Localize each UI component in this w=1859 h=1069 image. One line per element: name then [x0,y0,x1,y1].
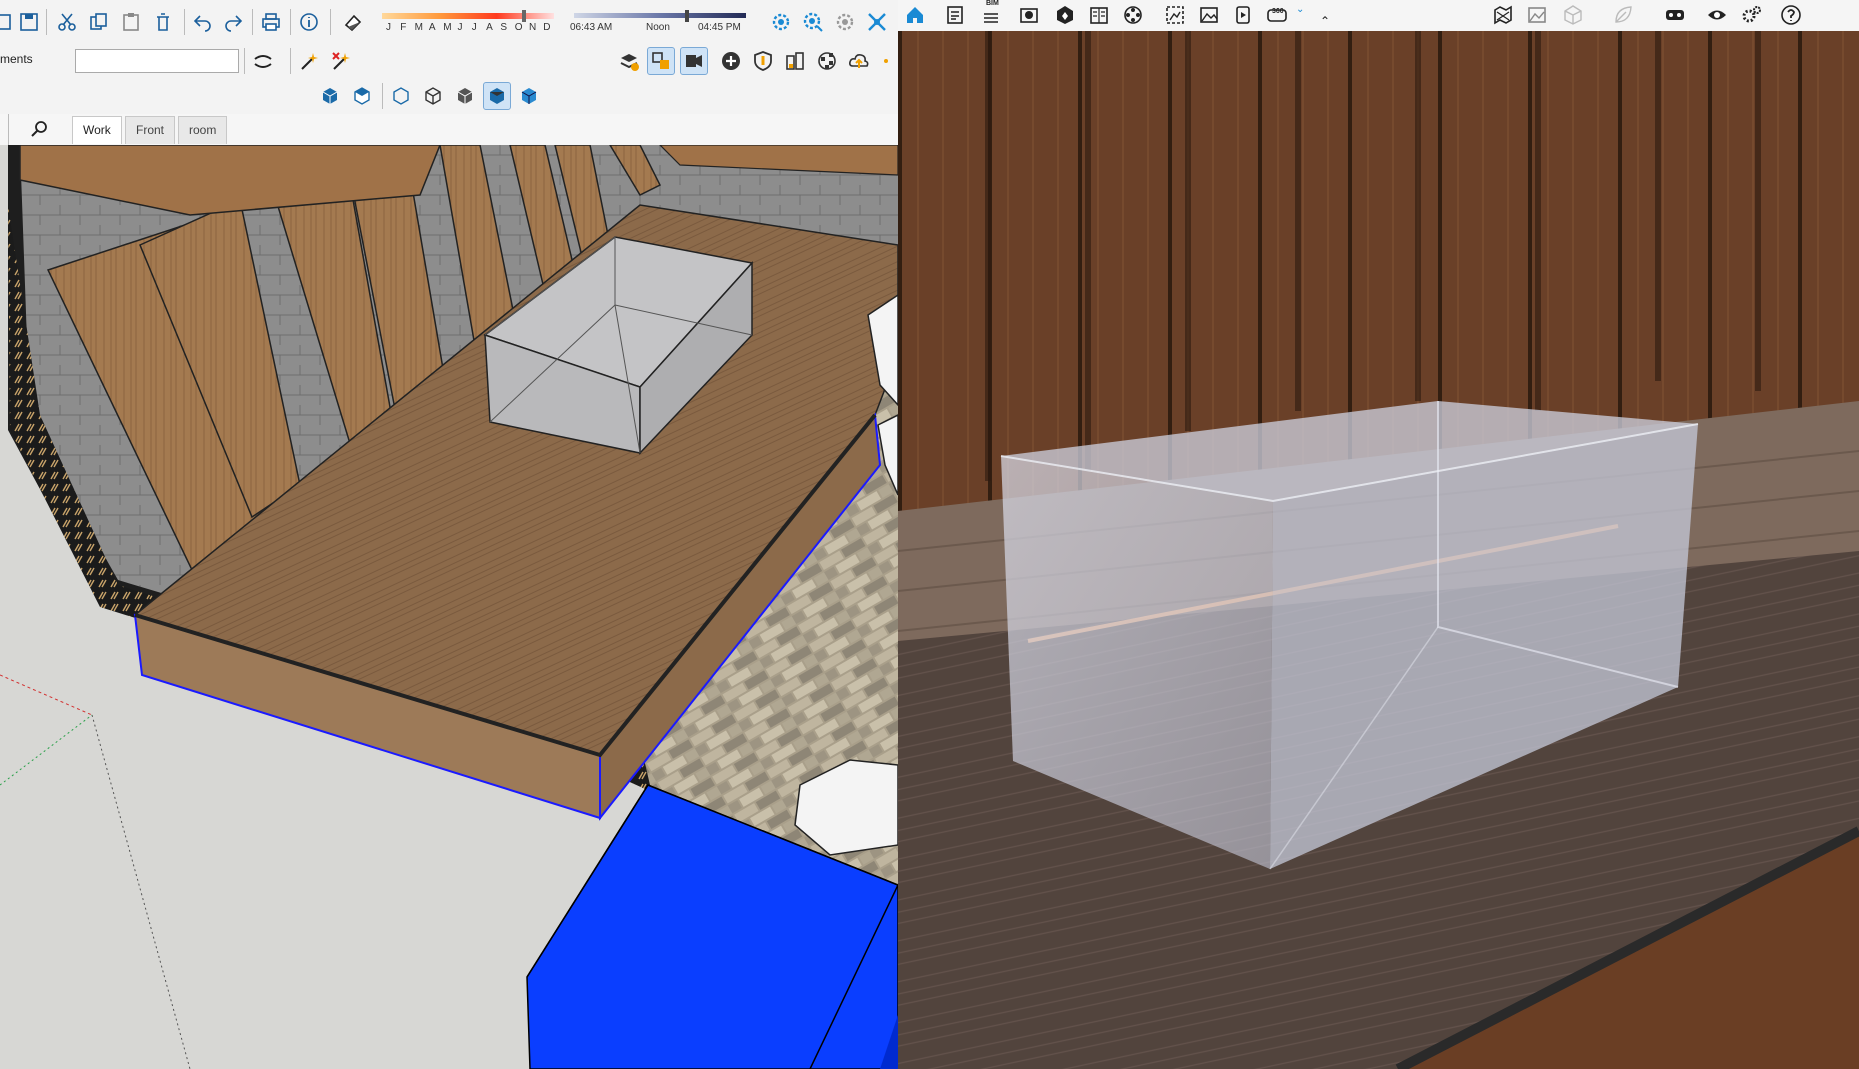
shadow-date-slider[interactable] [382,13,554,19]
add-icon[interactable] [718,48,744,74]
wireframe-icon[interactable] [420,83,446,109]
copy-icon[interactable] [86,9,112,35]
buildings-icon[interactable] [782,48,808,74]
home-icon[interactable] [902,2,928,28]
month-label: F [400,22,407,33]
textured-icon[interactable] [516,83,542,109]
time-noon-label: Noon [646,22,670,33]
undo-icon[interactable] [190,9,216,35]
book-icon[interactable] [1086,2,1112,28]
iso-view-icon[interactable] [317,83,343,109]
xray-icon[interactable] [388,83,414,109]
film-icon[interactable] [1120,2,1146,28]
tab-work[interactable]: Work [72,116,122,144]
cut-icon[interactable] [54,9,80,35]
secondary-toolbar: ments [0,44,898,78]
leaf-icon[interactable] [1610,2,1636,28]
help-icon[interactable] [1778,2,1804,28]
cube-outline-icon[interactable] [1560,2,1586,28]
layer-add-icon[interactable] [616,48,642,74]
live-sync-icon[interactable] [680,47,708,75]
time-end-label: 04:45 PM [698,22,741,33]
delete-icon[interactable] [150,9,176,35]
month-label: J [457,22,463,33]
sketchup-window: JFMAMJJASOND 06:43 AM Noon 04:45 PM ment… [0,0,898,1069]
tab-room[interactable]: room [178,116,228,144]
shaded-icon[interactable] [483,82,511,110]
sync-view-icon[interactable] [647,47,675,75]
month-label: J [386,22,391,33]
paste-icon[interactable] [118,9,144,35]
vr-icon[interactable] [1264,2,1290,28]
bim-label: BIM [986,0,999,7]
image-icon[interactable] [1196,2,1222,28]
image-export-icon[interactable] [1524,2,1550,28]
month-label: M [414,22,423,33]
cube-icon[interactable] [1052,2,1078,28]
shadow-date-thumb[interactable] [522,10,526,22]
month-label: J [471,22,477,33]
month-label: A [486,22,493,33]
main-toolbar: JFMAMJJASOND 06:43 AM Noon 04:45 PM [0,0,898,45]
month-label: D [543,22,551,33]
model-info-icon[interactable] [296,9,322,35]
sketchup-viewport[interactable] [0,145,898,1069]
render-toolbar: BIM 360 ⌄ ⌃ [898,0,1859,32]
save-icon[interactable] [16,9,42,35]
vr-label: 360 [1272,8,1284,15]
top-view-icon[interactable] [349,83,375,109]
search-icon[interactable] [30,119,50,139]
camera-icon[interactable] [1016,2,1042,28]
shield-icon[interactable] [750,48,776,74]
magic-wand-x-icon[interactable] [328,48,354,74]
document-icon[interactable] [942,2,968,28]
month-label: O [514,22,523,33]
tools-icon[interactable] [864,9,890,35]
shadow-input[interactable] [75,49,239,73]
shadows-icon[interactable] [340,9,366,35]
shadow-time-slider[interactable] [574,13,746,18]
render-viewport[interactable] [898,31,1859,1069]
eye-icon[interactable] [1704,2,1730,28]
chevron-up-icon[interactable]: ⌃ [1320,14,1330,28]
render-window: BIM 360 ⌄ ⌃ [898,0,1859,1069]
month-label: A [428,22,436,33]
print-icon[interactable] [258,9,284,35]
view-toolbar [0,78,898,115]
video-icon[interactable] [1230,2,1256,28]
gear-search-icon[interactable] [800,9,826,35]
magic-wand-icon[interactable] [296,48,322,74]
material-icon[interactable] [814,48,840,74]
time-start-label: 06:43 AM [570,22,613,33]
hidden-line-icon[interactable] [452,83,478,109]
shadow-label: ments [0,52,33,66]
settings-icon[interactable] [1738,2,1764,28]
shadow-time-thumb[interactable] [685,10,689,22]
tab-front[interactable]: Front [125,116,176,144]
orbit-icon[interactable] [250,48,276,74]
screenshot-icon[interactable] [1162,2,1188,28]
redo-icon[interactable] [220,9,246,35]
map-icon[interactable] [1490,2,1516,28]
month-label: N [529,22,537,33]
vr-headset-icon[interactable] [1662,2,1688,28]
gear-grey-icon[interactable] [832,9,858,35]
month-label: S [500,22,508,33]
overflow-icon[interactable] [878,48,898,74]
cloud-upload-icon[interactable] [846,48,872,74]
chevron-down-icon[interactable]: ⌄ [1296,4,1304,15]
month-label: M [443,22,452,33]
gear-globe-icon[interactable] [768,9,794,35]
